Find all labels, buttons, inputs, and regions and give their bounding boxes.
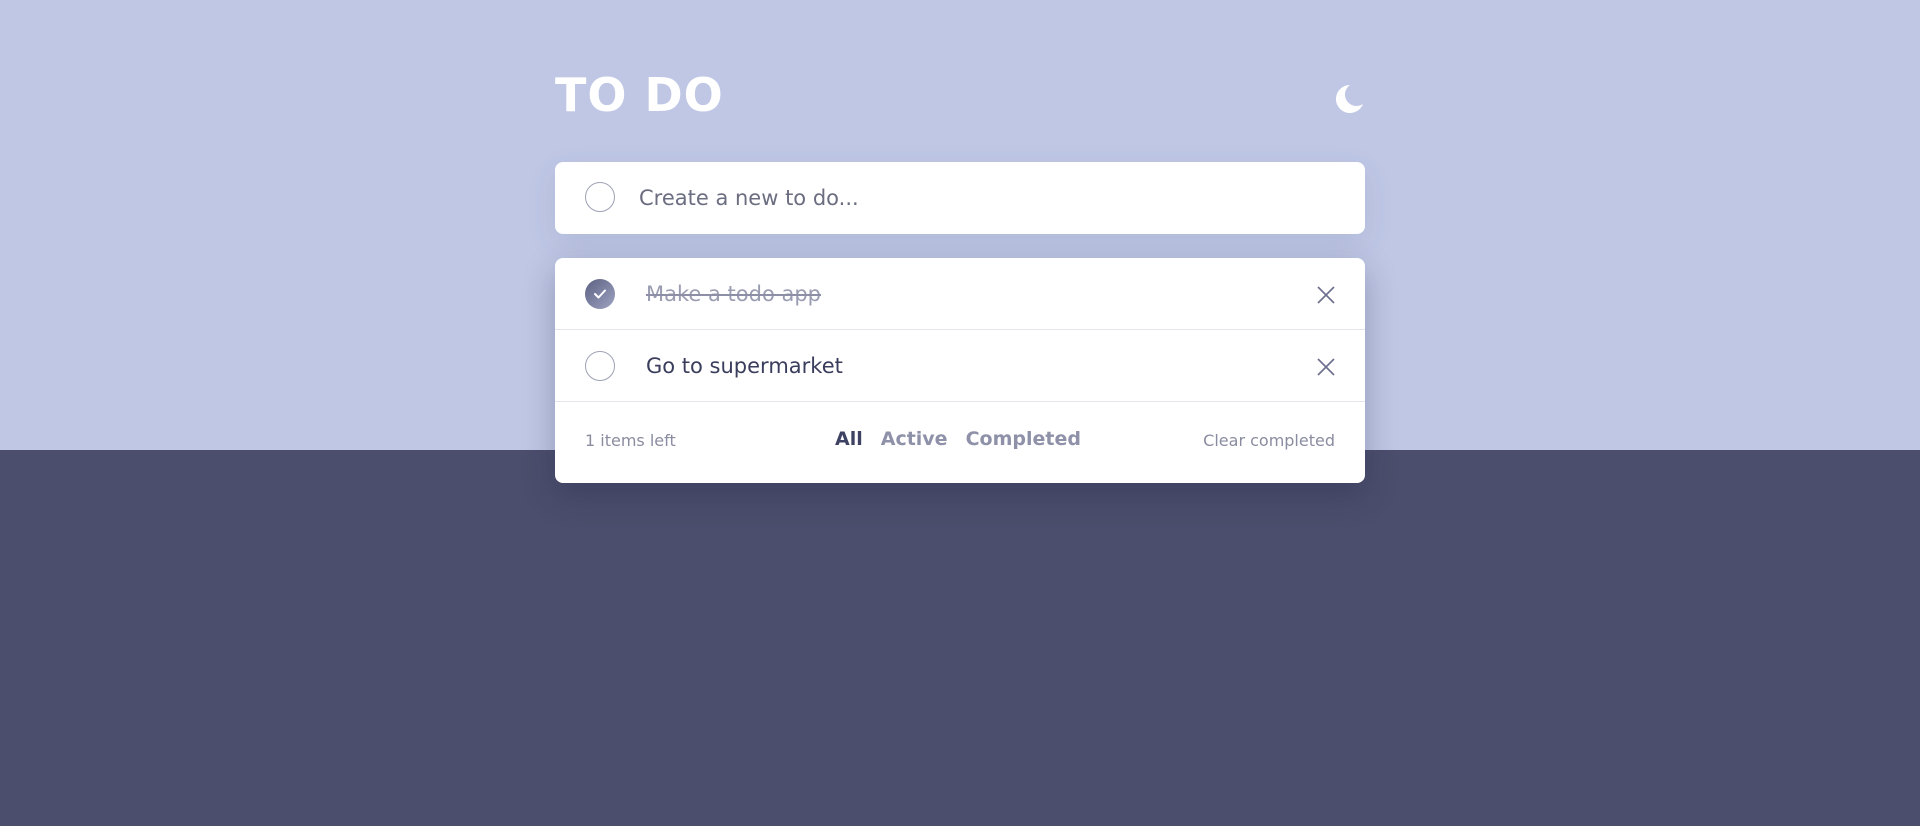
todo-text: Make a todo app — [646, 282, 822, 306]
todo-item[interactable]: Make a todo app — [555, 258, 1365, 330]
app-title: TO DO — [555, 68, 724, 122]
clear-completed-button[interactable]: Clear completed — [1203, 431, 1335, 450]
todo-text: Go to supermarket — [646, 354, 843, 378]
filter-completed[interactable]: Completed — [966, 428, 1081, 450]
app-header: TO DO — [555, 70, 1365, 120]
items-left-count: 1 items left — [585, 431, 676, 450]
new-todo-input[interactable] — [639, 180, 1319, 216]
delete-todo-button[interactable] — [1317, 286, 1335, 304]
moon-icon — [1335, 84, 1363, 113]
close-icon — [1317, 358, 1335, 376]
new-todo-bar — [555, 162, 1365, 234]
todo-checkbox-checked[interactable] — [585, 279, 615, 309]
filter-all[interactable]: All — [835, 428, 863, 450]
check-icon — [594, 289, 606, 299]
delete-todo-button[interactable] — [1317, 358, 1335, 376]
new-todo-circle[interactable] — [585, 182, 615, 212]
theme-toggle-button[interactable] — [1333, 83, 1365, 115]
filter-group: All Active Completed — [835, 428, 1081, 450]
filter-active[interactable]: Active — [881, 428, 948, 450]
todo-item[interactable]: Go to supermarket — [555, 330, 1365, 402]
close-icon — [1317, 286, 1335, 304]
todo-checkbox[interactable] — [585, 351, 615, 381]
todo-footer: 1 items left All Active Completed Clear … — [555, 402, 1365, 483]
todo-list: Make a todo app Go to supermarket 1 item… — [555, 258, 1365, 483]
